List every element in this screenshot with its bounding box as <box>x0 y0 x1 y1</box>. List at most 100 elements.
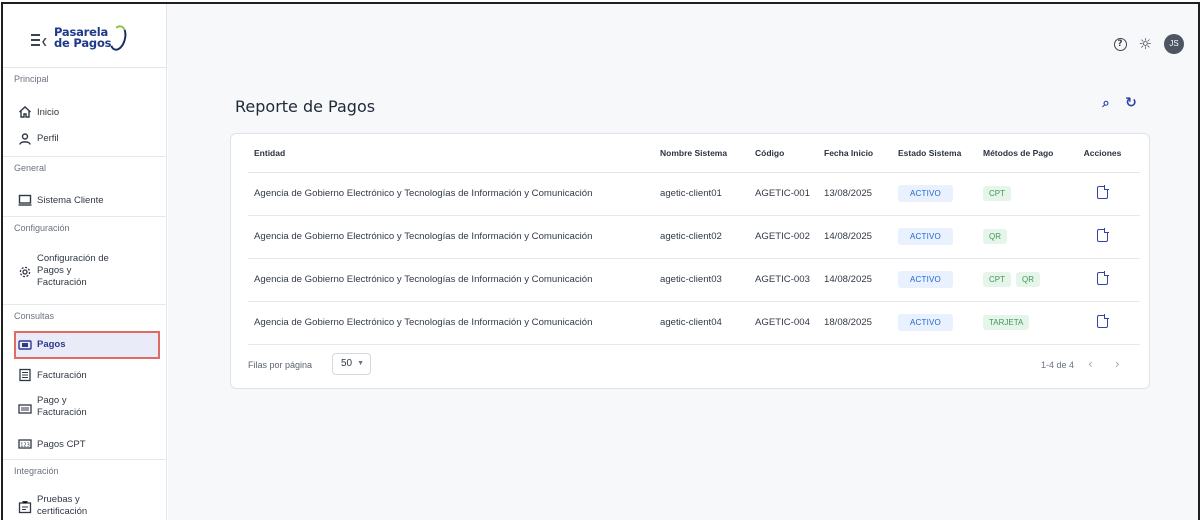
sidebar-item-facturacion[interactable]: Facturación <box>3 365 166 385</box>
section-general: General <box>3 156 166 180</box>
monitor-icon <box>18 193 32 207</box>
cell-entidad: Agencia de Gobierno Electrónico y Tecnol… <box>248 215 654 259</box>
section-configuracion: Configuración <box>3 216 166 240</box>
sidebar-item-pruebas[interactable]: Pruebas y certificación <box>3 492 166 520</box>
cell-fecha-inicio: 13/08/2025 <box>818 172 892 216</box>
sidebar-item-pago-facturacion[interactable]: Pago y Facturación <box>3 393 166 423</box>
status-badge: ACTIVO <box>898 228 953 245</box>
page-title: Reporte de Pagos <box>235 97 376 116</box>
refresh-icon[interactable]: ↻ <box>1123 95 1139 111</box>
app-window: ❮ Pasarela de Pagos ? ☼ JS Principal Ini… <box>1 2 1200 520</box>
cell-nombre-sistema: agetic-client04 <box>654 301 749 345</box>
document-lines-icon <box>18 368 32 382</box>
section-label: Principal <box>14 74 49 84</box>
payments-table: Entidad Nombre Sistema Código Fecha Inic… <box>248 134 1140 345</box>
avatar[interactable]: JS <box>1164 34 1184 54</box>
sidebar-item-label: Pagos CPT <box>37 439 86 450</box>
main-content: Reporte de Pagos ⌕ ↻ Entidad Nombre Sist… <box>168 68 1198 520</box>
cell-estado: ACTIVO <box>892 301 977 345</box>
sidebar-item-pagos[interactable]: Pagos <box>3 331 166 359</box>
document-icon[interactable] <box>1097 227 1109 242</box>
sidebar-item-inicio[interactable]: Inicio <box>3 102 166 122</box>
method-chip: QR <box>1016 272 1040 287</box>
pagination-range: 1-4 de 4 <box>1041 360 1075 370</box>
header-fecha-inicio: Fecha Inicio <box>818 134 892 173</box>
sidebar-item-pagos-cpt[interactable]: 123 Pagos CPT <box>3 434 166 454</box>
table-row: Agencia de Gobierno Electrónico y Tecnol… <box>248 172 1140 216</box>
header-metodos-pago: Métodos de Pago <box>977 134 1065 173</box>
cell-codigo: AGETIC-003 <box>749 258 818 302</box>
section-label: Integración <box>14 466 59 476</box>
status-badge: ACTIVO <box>898 271 953 288</box>
section-integracion: Integración <box>3 459 166 483</box>
menu-collapse-icon[interactable]: ❮ <box>31 34 48 46</box>
cell-entidad: Agencia de Gobierno Electrónico y Tecnol… <box>248 258 654 302</box>
cell-entidad: Agencia de Gobierno Electrónico y Tecnol… <box>248 172 654 216</box>
cell-entidad: Agencia de Gobierno Electrónico y Tecnol… <box>248 301 654 345</box>
status-badge: ACTIVO <box>898 185 953 202</box>
method-chip: CPT <box>983 186 1011 201</box>
sidebar: Principal Inicio Perfil General Sistema … <box>3 68 167 520</box>
sidebar-item-label-line2: certificación <box>37 506 88 517</box>
section-consultas: Consultas <box>3 304 166 328</box>
cell-metodos: CPT <box>977 172 1065 216</box>
method-chip: TARJETA <box>983 315 1030 330</box>
header-acciones: Acciones <box>1065 134 1140 173</box>
chevron-left-icon[interactable]: ‹ <box>1088 357 1093 371</box>
header-entidad: Entidad <box>248 134 654 173</box>
sidebar-item-label: Facturación <box>37 370 87 381</box>
cell-nombre-sistema: agetic-client03 <box>654 258 749 302</box>
sidebar-item-label-line1: Pruebas y <box>37 494 80 505</box>
document-icon[interactable] <box>1097 184 1109 199</box>
cell-metodos: QR <box>977 215 1065 259</box>
cell-nombre-sistema: agetic-client02 <box>654 215 749 259</box>
header-estado-sistema: Estado Sistema <box>892 134 977 173</box>
cell-fecha-inicio: 14/08/2025 <box>818 258 892 302</box>
gear-icon <box>18 265 32 279</box>
cell-codigo: AGETIC-001 <box>749 172 818 216</box>
sidebar-item-label-line2: Pagos y <box>37 265 72 276</box>
search-icon[interactable]: ⌕ <box>1098 96 1114 112</box>
header-nombre-sistema: Nombre Sistema <box>654 134 749 173</box>
document-icon[interactable] <box>1097 270 1109 285</box>
cell-acciones <box>1065 301 1140 345</box>
cell-codigo: AGETIC-004 <box>749 301 818 345</box>
barcode-icon <box>18 402 32 416</box>
header-codigo: Código <box>749 134 818 173</box>
header-actions: ? ☼ JS <box>1113 34 1184 54</box>
sidebar-item-configuracion[interactable]: Configuración de Pagos y Facturación <box>3 251 166 299</box>
cell-acciones <box>1065 215 1140 259</box>
sidebar-item-sistema-cliente[interactable]: Sistema Cliente <box>3 190 166 210</box>
sidebar-item-perfil[interactable]: Perfil <box>3 130 166 150</box>
chevron-down-icon: ▼ <box>357 360 364 367</box>
section-label: Consultas <box>14 311 55 321</box>
home-icon <box>18 105 32 119</box>
cell-acciones <box>1065 172 1140 216</box>
cell-fecha-inicio: 18/08/2025 <box>818 301 892 345</box>
method-chip: QR <box>983 229 1007 244</box>
numbers-icon: 123 <box>18 437 32 451</box>
certificate-icon <box>18 500 32 514</box>
section-label: General <box>14 163 47 173</box>
report-card: Entidad Nombre Sistema Código Fecha Inic… <box>230 133 1150 389</box>
help-icon[interactable]: ? <box>1113 37 1127 51</box>
sidebar-item-label: Pagos <box>37 339 66 350</box>
pasarela-logo[interactable]: Pasarela de Pagos <box>54 23 134 59</box>
chevron-right-icon[interactable]: › <box>1115 357 1120 371</box>
section-label: Configuración <box>14 223 70 233</box>
table-header-row: Entidad Nombre Sistema Código Fecha Inic… <box>248 134 1140 173</box>
document-icon[interactable] <box>1097 313 1109 328</box>
rows-per-page-select[interactable]: 50 ▼ <box>332 353 371 375</box>
method-chip: CPT <box>983 272 1011 287</box>
sidebar-item-label-line2: Facturación <box>37 407 87 418</box>
table-pagination: Filas por página 50 ▼ 1-4 de 4 ‹ › <box>231 347 1149 389</box>
cell-codigo: AGETIC-002 <box>749 215 818 259</box>
payment-icon <box>18 338 32 352</box>
sun-icon[interactable]: ☼ <box>1139 36 1152 52</box>
cell-estado: ACTIVO <box>892 258 977 302</box>
sidebar-item-label-line1: Configuración de <box>37 253 109 264</box>
sidebar-item-label: Perfil <box>37 133 59 144</box>
rows-per-page-label: Filas por página <box>248 360 313 370</box>
sidebar-item-label: Inicio <box>37 107 60 118</box>
user-icon <box>18 132 32 146</box>
